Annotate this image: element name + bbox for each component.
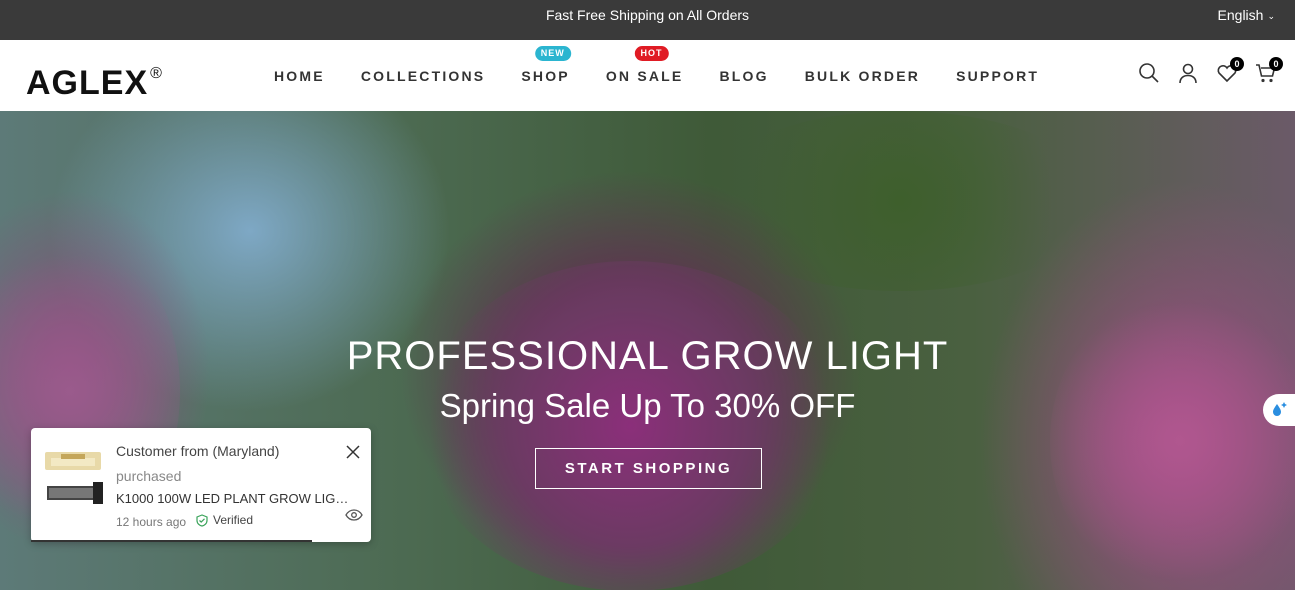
nav-item-label: BULK ORDER xyxy=(804,67,921,84)
nav-item-home[interactable]: HOME xyxy=(274,68,325,84)
product-name-link[interactable]: K1000 100W LED PLANT GROW LIGHT xyxy=(116,491,352,506)
nav-item-collections[interactable]: COLLECTIONS xyxy=(361,68,486,84)
wishlist-icon[interactable]: 0 xyxy=(1216,57,1244,84)
hero-background-bud-center xyxy=(420,261,840,590)
popup-timer-bar xyxy=(31,540,312,542)
chevron-down-icon: ⌄ xyxy=(1267,11,1275,21)
nav-item-on-sale[interactable]: HOT ON SALE xyxy=(605,45,684,84)
eye-icon[interactable] xyxy=(345,508,363,522)
purchase-time: 12 hours ago xyxy=(116,515,187,529)
purchase-action: purchased xyxy=(116,468,182,484)
wishlist-count: 0 xyxy=(1230,57,1244,71)
start-shopping-button[interactable]: START SHOPPING xyxy=(535,448,762,489)
recent-purchase-popup: Customer from (Maryland) purchased K1000… xyxy=(31,428,371,542)
product-thumbnail[interactable] xyxy=(41,450,107,520)
nav-item-label: HOME xyxy=(274,67,325,84)
nav-item-label: SHOP xyxy=(521,67,570,84)
main-nav: HOME COLLECTIONS NEW SHOP HOT ON SALE BLOG… xyxy=(274,40,1075,111)
nav-item-support[interactable]: SUPPORT xyxy=(956,68,1039,84)
account-icon[interactable] xyxy=(1177,62,1199,84)
close-icon[interactable] xyxy=(345,444,361,460)
hero-title: PROFESSIONAL GROW LIGHT xyxy=(346,334,949,378)
nav-item-label: COLLECTIONS xyxy=(360,67,486,84)
logo[interactable]: AGLEX ® xyxy=(26,54,163,102)
hero-subtitle: Spring Sale Up To 30% OFF xyxy=(439,387,856,424)
cart-count: 0 xyxy=(1269,57,1283,71)
cart-icon[interactable]: 0 xyxy=(1255,57,1283,84)
nav-item-shop[interactable]: NEW SHOP xyxy=(521,45,571,84)
announcement-bar: Fast Free Shipping on All Orders English… xyxy=(0,0,1295,40)
logo-text: AGLEX xyxy=(26,64,149,102)
verified-badge: Verified xyxy=(196,513,253,527)
nav-item-blog[interactable]: BLOG xyxy=(719,68,768,84)
nav-item-label: ON SALE xyxy=(605,67,684,84)
nav-item-bulk-order[interactable]: BULK ORDER xyxy=(805,68,920,84)
shield-check-icon xyxy=(196,513,208,527)
nav-item-label: BLOG xyxy=(719,67,769,84)
new-badge: NEW xyxy=(534,45,571,61)
language-selector[interactable]: English ⌄ xyxy=(1218,0,1275,31)
language-label: English xyxy=(1217,7,1264,23)
sparkle-drop-icon[interactable] xyxy=(1263,394,1295,426)
customer-location: Customer from (Maryland) xyxy=(116,443,280,459)
header-actions: 0 0 xyxy=(1121,57,1283,84)
site-header: AGLEX ® HOME COLLECTIONS NEW SHOP HOT ON SA… xyxy=(0,40,1295,111)
hot-badge: HOT xyxy=(634,45,669,61)
nav-item-label: SUPPORT xyxy=(956,67,1040,84)
verified-label: Verified xyxy=(213,513,254,527)
shipping-message: Fast Free Shipping on All Orders xyxy=(545,7,750,23)
registered-mark: ® xyxy=(150,65,163,82)
search-icon[interactable] xyxy=(1138,62,1160,84)
hero-background-foliage xyxy=(700,111,1100,291)
